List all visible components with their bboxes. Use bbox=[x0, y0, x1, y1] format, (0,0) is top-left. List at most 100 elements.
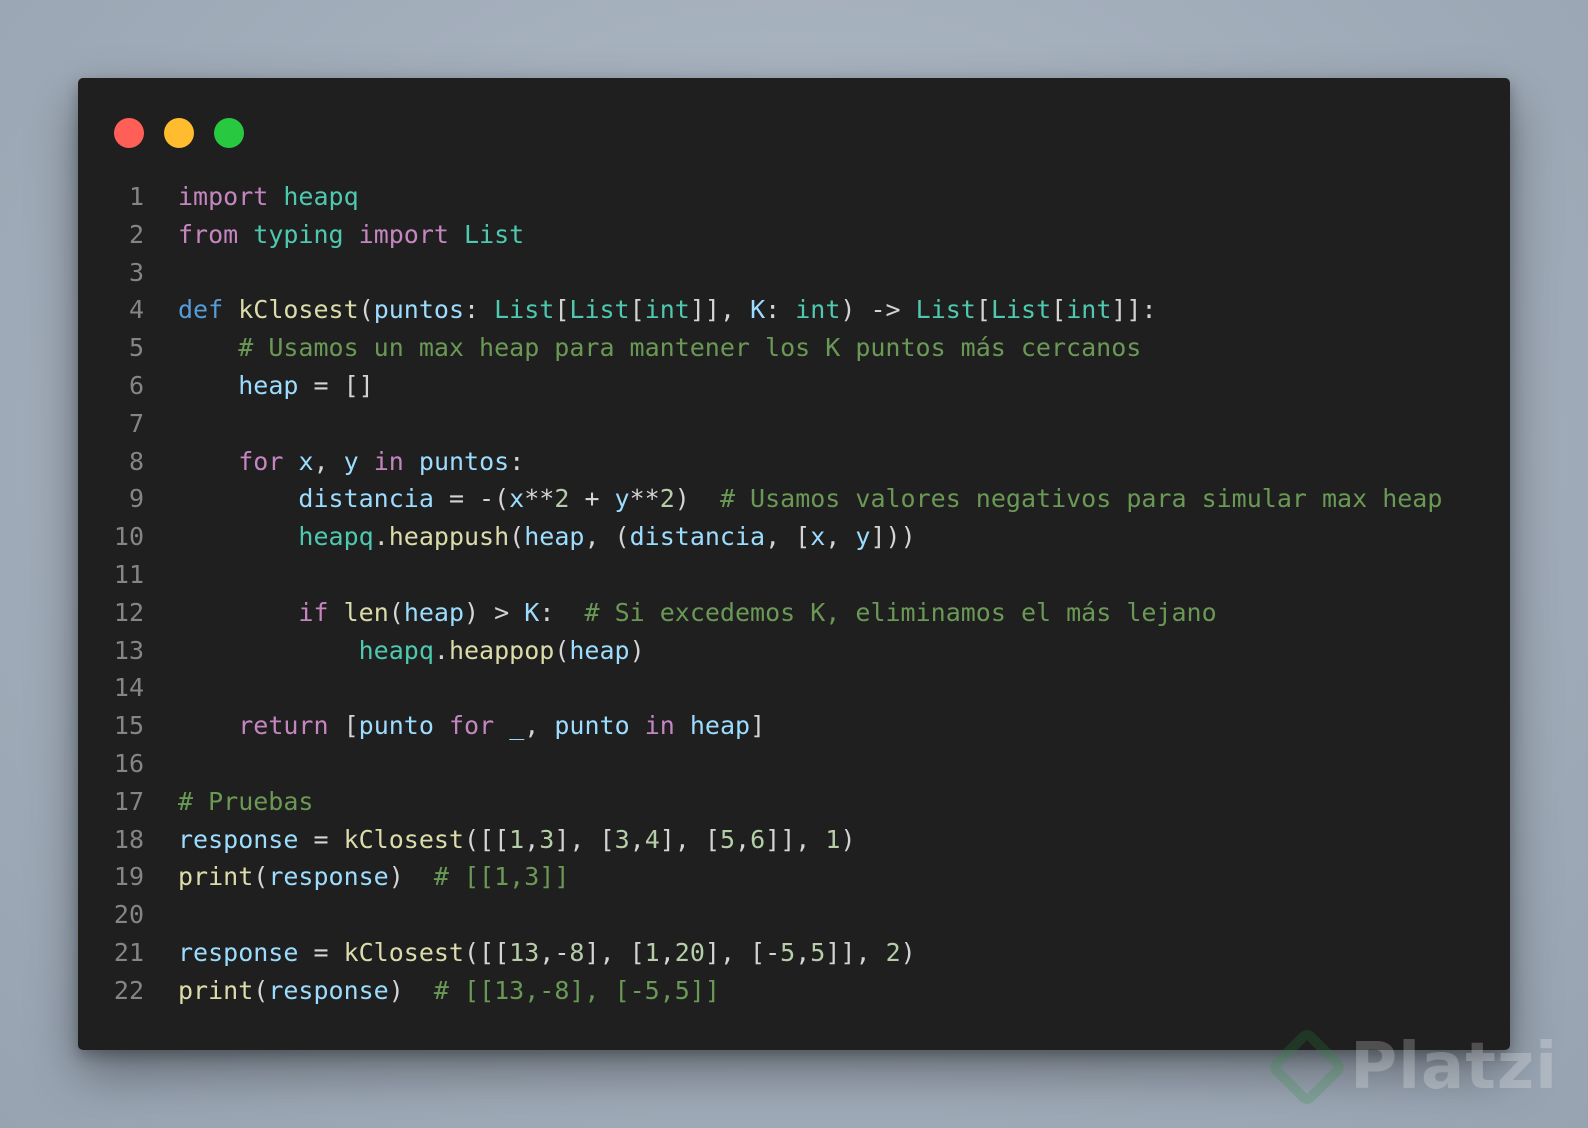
line-number: 17 bbox=[113, 786, 144, 816]
code-line: 18 response = kClosest([[1,3], [3,4], [5,… bbox=[78, 821, 1442, 859]
code-token: response bbox=[178, 937, 299, 967]
code-line: 14 bbox=[78, 669, 1442, 707]
code-token: , bbox=[735, 824, 751, 854]
code-token: int bbox=[644, 295, 690, 325]
code-line: 3 bbox=[78, 254, 1442, 292]
code-token: distancia bbox=[298, 484, 434, 514]
code-line: 4 def kClosest(puntos: List[List[int]], K… bbox=[78, 291, 1442, 329]
window-controls bbox=[114, 118, 244, 148]
code-token: K bbox=[750, 295, 766, 325]
code-token: for bbox=[238, 446, 284, 476]
code-token: = -( bbox=[433, 484, 510, 514]
code-token: ( bbox=[509, 522, 525, 552]
code-token: 5 bbox=[719, 824, 736, 854]
line-number: 13 bbox=[113, 635, 144, 665]
code-token: , ( bbox=[584, 522, 630, 552]
line-source: print(response) # [[13,-8], [-5,5]] bbox=[144, 972, 720, 1010]
line-source: import heapq bbox=[144, 178, 359, 216]
close-dot-icon[interactable] bbox=[114, 118, 144, 148]
watermark-text: Platzi bbox=[1350, 1030, 1558, 1104]
line-number: 9 bbox=[128, 484, 144, 514]
code-token: ) bbox=[388, 975, 419, 1005]
code-token: ([[ bbox=[464, 824, 510, 854]
code-token: # [[1,3]] bbox=[433, 862, 570, 892]
line-number: 7 bbox=[128, 408, 144, 438]
code-token: import bbox=[358, 219, 449, 249]
code-line: 5 # Usamos un max heap para mantener los… bbox=[78, 329, 1442, 367]
code-token: ** bbox=[524, 484, 555, 514]
line-source: from typing import List bbox=[144, 216, 524, 254]
code-token: 2 bbox=[659, 484, 675, 514]
code-token: ,- bbox=[539, 937, 570, 967]
code-token: , bbox=[795, 937, 811, 967]
code-token: ], [ bbox=[584, 937, 645, 967]
code-token: ] bbox=[750, 711, 766, 741]
code-token: List bbox=[915, 295, 976, 325]
code-token: , bbox=[524, 711, 555, 741]
code-token: heapq bbox=[358, 635, 434, 665]
line-number: 18 bbox=[113, 824, 144, 854]
code-token: heapq bbox=[298, 522, 374, 552]
code-token: [ bbox=[975, 295, 991, 325]
code-token: 5 bbox=[780, 937, 796, 967]
code-token: punto bbox=[358, 711, 434, 741]
code-token: import bbox=[178, 182, 269, 211]
code-token: print bbox=[178, 975, 254, 1005]
code-token: kClosest bbox=[343, 937, 464, 967]
platzi-logo-icon bbox=[1266, 1025, 1349, 1109]
code-line: 9 distancia = -(x**2 + y**2) # Usamos va… bbox=[78, 480, 1442, 518]
code-token: response bbox=[268, 862, 389, 892]
code-token: heap bbox=[524, 522, 585, 552]
line-number: 5 bbox=[128, 333, 144, 363]
code-token: . bbox=[373, 522, 389, 552]
code-token: ( bbox=[253, 862, 269, 892]
code-token: ], [- bbox=[704, 937, 781, 967]
code-token: 1 bbox=[644, 937, 660, 967]
line-number: 12 bbox=[113, 597, 144, 627]
code-token: punto bbox=[554, 711, 630, 741]
code-token: 13 bbox=[509, 937, 540, 967]
code-line: 21 response = kClosest([[13,-8], [1,20], … bbox=[78, 934, 1442, 972]
code-token: # [[13,-8], [-5,5]] bbox=[418, 975, 720, 1005]
code-token: heap bbox=[689, 711, 751, 741]
code-token: List bbox=[990, 295, 1052, 325]
code-window: 1 import heapq 2 from typing import List 3 4 d… bbox=[78, 78, 1510, 1050]
code-token: 20 bbox=[674, 937, 705, 967]
code-token: heappop bbox=[448, 635, 555, 665]
code-token: ** bbox=[629, 484, 660, 514]
code-token: heap bbox=[403, 597, 465, 627]
code-token: ) bbox=[840, 824, 856, 854]
code-token: puntos bbox=[373, 295, 465, 325]
line-number: 15 bbox=[113, 711, 144, 741]
code-token: , bbox=[313, 446, 344, 476]
code-line: 11 bbox=[78, 556, 1442, 594]
code-token: puntos bbox=[418, 446, 510, 476]
code-line: 12 if len(heap) > K: # Si excedemos K, e… bbox=[78, 594, 1442, 632]
line-number: 10 bbox=[113, 522, 144, 552]
code-token: if bbox=[298, 597, 329, 627]
code-token: ) -> bbox=[840, 295, 916, 325]
code-token: y bbox=[614, 484, 630, 514]
minimize-dot-icon[interactable] bbox=[164, 118, 194, 148]
code-token: 6 bbox=[750, 824, 766, 854]
code-token: = [] bbox=[298, 370, 374, 400]
maximize-dot-icon[interactable] bbox=[214, 118, 244, 148]
code-line: 15 return [punto for _, punto in heap] bbox=[78, 707, 1442, 745]
code-token: print bbox=[178, 862, 254, 892]
code-token: heap bbox=[569, 635, 630, 665]
line-number: 6 bbox=[128, 370, 144, 400]
line-source: response = kClosest([[13,-8], [1,20], [-… bbox=[144, 934, 916, 972]
code-token: _ bbox=[509, 711, 525, 741]
line-source bbox=[144, 896, 178, 934]
line-source: return [punto for _, punto in heap] bbox=[144, 707, 765, 745]
code-token: ], [ bbox=[659, 824, 720, 854]
